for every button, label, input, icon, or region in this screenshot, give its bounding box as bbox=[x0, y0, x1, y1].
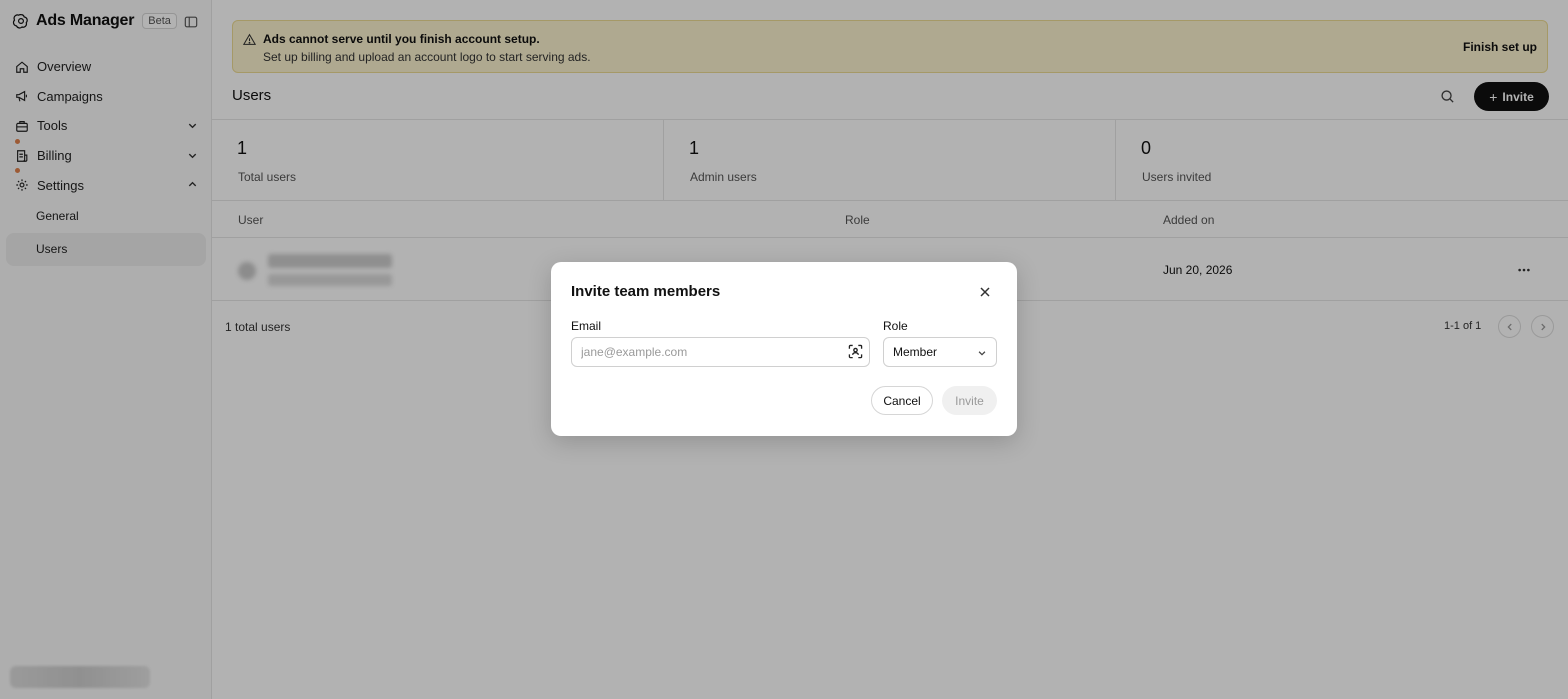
role-label: Role bbox=[883, 319, 908, 333]
email-label: Email bbox=[571, 319, 602, 333]
close-icon[interactable] bbox=[979, 286, 991, 298]
invite-submit-button[interactable]: Invite bbox=[942, 386, 997, 415]
email-field[interactable] bbox=[571, 337, 870, 367]
dialog-title: Invite team members bbox=[571, 283, 721, 300]
role-selected-value: Member bbox=[893, 345, 938, 359]
cancel-button[interactable]: Cancel bbox=[871, 386, 933, 415]
invite-team-members-dialog: Invite team members Email Role Member Ca… bbox=[551, 262, 1017, 436]
role-select[interactable]: Member bbox=[883, 337, 997, 367]
chevron-down-icon bbox=[978, 351, 986, 356]
contact-scan-icon[interactable] bbox=[848, 344, 863, 359]
